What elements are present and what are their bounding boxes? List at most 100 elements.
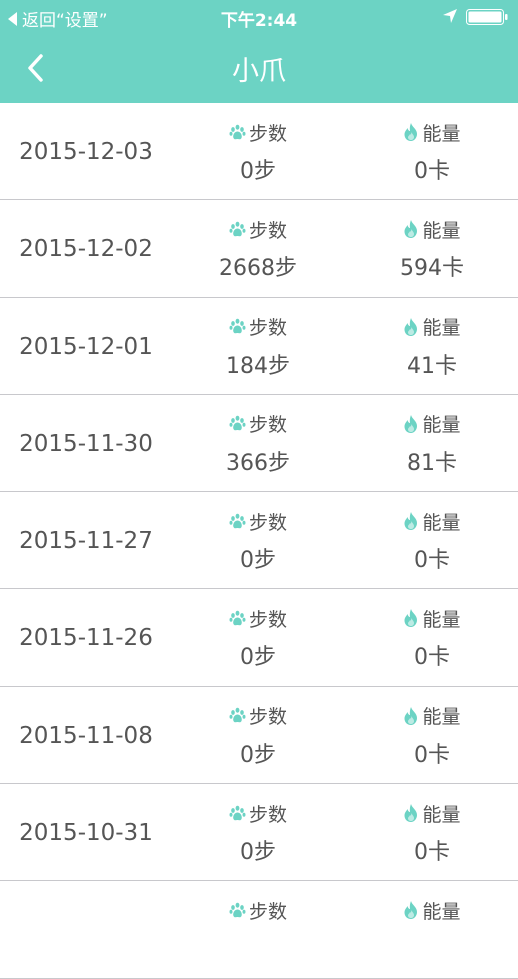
energy-value: 41卡 (407, 353, 457, 379)
paw-icon (229, 124, 246, 139)
record-row[interactable]: 2015-11-08 步数 0步 能量 0卡 (0, 687, 518, 785)
steps-header: 步数 (188, 119, 328, 145)
steps-label: 步数 (248, 511, 287, 534)
flame-icon (404, 609, 418, 628)
record-date: 2015-11-08 (19, 722, 153, 749)
energy-label: 能量 (422, 219, 461, 242)
steps-header: 步数 (188, 411, 328, 437)
steps-value: 0步 (240, 548, 276, 574)
energy-header: 能量 (362, 897, 502, 923)
flame-icon (404, 901, 418, 920)
steps-header: 步数 (188, 216, 328, 242)
steps-column: 步数 184步 (188, 314, 328, 380)
energy-header: 能量 (362, 605, 502, 631)
flame-icon (404, 414, 418, 433)
record-row[interactable]: 2015-12-03 步数 0步 能量 0卡 (0, 103, 518, 201)
energy-header: 能量 (362, 119, 502, 145)
energy-label: 能量 (422, 803, 461, 826)
energy-column: 能量 41卡 (362, 314, 502, 380)
paw-icon (229, 221, 246, 237)
steps-label: 步数 (248, 317, 287, 340)
paw-icon (229, 416, 246, 431)
paw-icon (229, 707, 246, 723)
paw-icon (229, 318, 246, 334)
record-row[interactable]: 2015-11-27 步数 0步 能量 0卡 (0, 492, 518, 590)
energy-label: 能量 (422, 317, 461, 340)
steps-column: 步数 0步 (188, 119, 328, 185)
location-arrow-icon (442, 8, 458, 29)
energy-header: 能量 (362, 508, 502, 534)
record-row[interactable]: 2015-12-02 步数 2668步 能量 594卡 (0, 200, 518, 298)
status-time: 下午2:44 (220, 11, 298, 31)
energy-header: 能量 (362, 800, 502, 826)
steps-label: 步数 (248, 608, 287, 631)
energy-value: 594卡 (400, 256, 464, 282)
steps-label: 步数 (248, 803, 287, 826)
energy-value: 0卡 (414, 548, 450, 574)
record-date: 2015-11-27 (19, 528, 153, 555)
energy-label: 能量 (422, 511, 461, 534)
steps-header: 步数 (188, 314, 328, 340)
energy-column: 能量 0卡 (362, 703, 502, 769)
energy-column: 能量 81卡 (362, 411, 502, 477)
steps-value: 0步 (240, 645, 276, 671)
energy-value: 0卡 (414, 742, 450, 768)
energy-value: 0卡 (414, 840, 450, 866)
paw-icon (229, 610, 246, 626)
status-bar: 返回“设置” 下午2:44 (0, 0, 518, 32)
steps-column: 步数 0步 (188, 508, 328, 574)
flame-icon (404, 123, 418, 141)
paw-icon (229, 805, 246, 820)
paw-icon (229, 902, 246, 918)
energy-column: 能量 0卡 (362, 800, 502, 866)
energy-header: 能量 (362, 314, 502, 340)
steps-column: 步数 0步 (188, 800, 328, 866)
energy-column: 能量 594卡 (362, 216, 502, 282)
steps-value: 0步 (240, 742, 276, 768)
record-date: 2015-10-31 (19, 820, 153, 847)
record-row[interactable]: 2015-12-01 步数 184步 能量 41卡 (0, 298, 518, 396)
record-row[interactable]: 2015-10-31 步数 0步 能量 0卡 (0, 784, 518, 882)
energy-column: 能量 0卡 (362, 605, 502, 671)
steps-column: 步数 2668步 (188, 216, 328, 282)
record-date: 2015-12-02 (19, 236, 153, 263)
steps-value: 0步 (240, 840, 276, 866)
steps-value: 2668步 (219, 256, 297, 282)
steps-value: 0步 (240, 159, 276, 184)
energy-header: 能量 (362, 411, 502, 437)
steps-column: 步数 (188, 897, 328, 931)
record-date: 2015-11-26 (19, 625, 153, 652)
flame-icon (404, 706, 418, 725)
steps-value: 184步 (226, 353, 290, 379)
flame-icon (404, 220, 418, 239)
steps-value: 366步 (226, 450, 290, 476)
energy-header: 能量 (362, 703, 502, 729)
record-row[interactable]: 2015-11-26 步数 0步 能量 0卡 (0, 589, 518, 688)
record-date: 2015-12-03 (19, 139, 153, 165)
steps-label: 步数 (248, 706, 287, 729)
records-list[interactable]: 2015-12-03 步数 0步 能量 0卡 2015-12-02 步数 266… (0, 103, 518, 979)
record-row[interactable]: 步数 能量 (0, 881, 518, 979)
steps-column: 步数 366步 (188, 411, 328, 477)
energy-label: 能量 (422, 414, 461, 437)
steps-column: 步数 0步 (188, 605, 328, 671)
steps-label: 步数 (248, 414, 287, 437)
record-row[interactable]: 2015-11-30 步数 366步 能量 81卡 (0, 395, 518, 493)
steps-header: 步数 (188, 897, 328, 923)
paw-icon (229, 513, 246, 528)
energy-value: 0卡 (414, 159, 450, 184)
header: 返回“设置” 下午2:44 小爪 (0, 0, 518, 103)
energy-column: 能量 0卡 (362, 508, 502, 574)
energy-label: 能量 (422, 608, 461, 631)
record-date: 2015-12-01 (19, 333, 153, 360)
flame-icon (404, 804, 418, 823)
energy-value: 81卡 (407, 450, 457, 476)
energy-value: 0卡 (414, 645, 450, 671)
steps-label: 步数 (248, 122, 287, 145)
nav-bar: 小爪 (0, 32, 518, 103)
energy-column: 能量 0卡 (362, 119, 502, 185)
steps-header: 步数 (188, 703, 328, 729)
energy-label: 能量 (422, 706, 461, 729)
flame-icon (404, 317, 418, 336)
flame-icon (404, 512, 418, 531)
